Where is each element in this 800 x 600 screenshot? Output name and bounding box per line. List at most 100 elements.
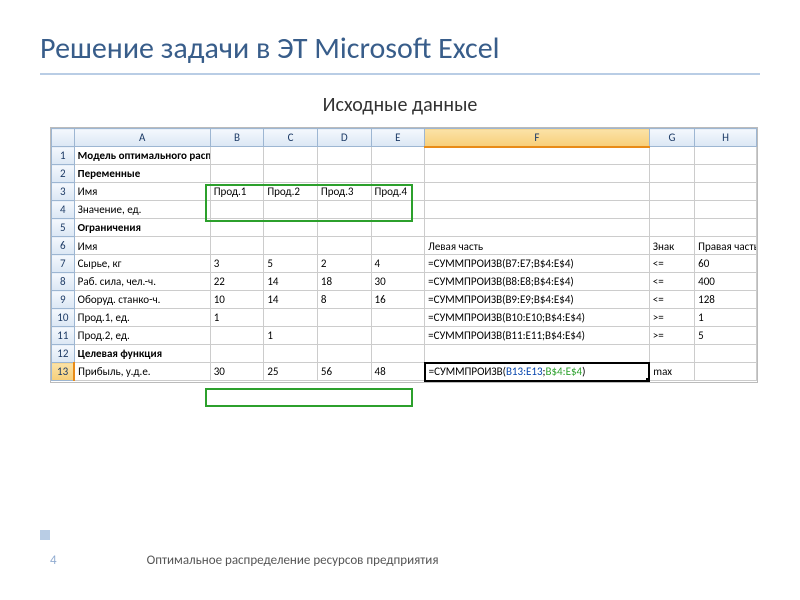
cell[interactable] (695, 183, 757, 201)
cell[interactable] (649, 345, 694, 363)
cell[interactable]: Правая часть (695, 237, 757, 255)
cell[interactable] (264, 309, 318, 327)
spreadsheet-table[interactable]: A B C D E F G H 1Модель оптимального рас… (51, 128, 757, 382)
cell[interactable]: Оборуд. станко-ч. (74, 291, 210, 309)
cell[interactable] (695, 219, 757, 237)
cell[interactable] (210, 219, 264, 237)
cell[interactable]: Сырье, кг (74, 255, 210, 273)
cell[interactable] (649, 147, 694, 165)
cell[interactable]: Прибыль, у.д.е. (74, 363, 210, 381)
cell[interactable] (425, 201, 650, 219)
cell[interactable]: Имя (74, 237, 210, 255)
cell[interactable] (264, 345, 318, 363)
column-headers[interactable]: A B C D E F G H (52, 129, 757, 147)
cell[interactable] (210, 345, 264, 363)
cell[interactable]: Прод.4 (371, 183, 425, 201)
cell[interactable] (317, 237, 371, 255)
cell[interactable] (371, 165, 425, 183)
cell[interactable]: Левая часть (425, 237, 650, 255)
cell[interactable]: <= (649, 273, 694, 291)
cell[interactable] (695, 147, 757, 165)
table-row[interactable]: 1Модель оптимального распределения ресур… (52, 147, 757, 165)
table-row[interactable]: 10Прод.1, ед.1=СУММПРОИЗВ(B10:E10;B$4:E$… (52, 309, 757, 327)
cell[interactable]: max (649, 363, 694, 381)
cell[interactable] (649, 219, 694, 237)
cell[interactable] (425, 345, 650, 363)
cell[interactable]: Раб. сила, чел.-ч. (74, 273, 210, 291)
cell[interactable]: 128 (695, 291, 757, 309)
row-header-11[interactable]: 11 (52, 327, 75, 345)
col-header-H[interactable]: H (695, 129, 757, 147)
cell[interactable] (371, 147, 425, 165)
row-header-5[interactable]: 5 (52, 219, 75, 237)
row-header-13[interactable]: 13 (52, 363, 75, 381)
row-header-9[interactable]: 9 (52, 291, 75, 309)
col-header-C[interactable]: C (264, 129, 318, 147)
cell[interactable] (649, 183, 694, 201)
col-header-B[interactable]: B (210, 129, 264, 147)
cell[interactable]: Значение, ед. (74, 201, 210, 219)
table-row[interactable]: 8Раб. сила, чел.-ч.22141830=СУММПРОИЗВ(B… (52, 273, 757, 291)
cell[interactable] (317, 219, 371, 237)
table-row[interactable]: 2Переменные (52, 165, 757, 183)
cell[interactable]: <= (649, 291, 694, 309)
cell[interactable]: Переменные (74, 165, 210, 183)
row-header-10[interactable]: 10 (52, 309, 75, 327)
select-all-corner[interactable] (52, 129, 75, 147)
table-row[interactable]: 6ИмяЛевая частьЗнакПравая часть (52, 237, 757, 255)
row-header-3[interactable]: 3 (52, 183, 75, 201)
cell[interactable] (264, 147, 318, 165)
cell[interactable] (210, 147, 264, 165)
cell[interactable] (425, 165, 650, 183)
row-header-4[interactable]: 4 (52, 201, 75, 219)
cell[interactable] (210, 165, 264, 183)
cell[interactable] (649, 201, 694, 219)
cell[interactable]: Имя (74, 183, 210, 201)
cell[interactable]: 1 (264, 327, 318, 345)
table-row[interactable]: 11Прод.2, ед.1=СУММПРОИЗВ(B11:E11;B$4:E$… (52, 327, 757, 345)
cell[interactable]: 30 (371, 273, 425, 291)
cell[interactable] (317, 345, 371, 363)
cell[interactable]: Знак (649, 237, 694, 255)
table-row[interactable]: 7Сырье, кг3524=СУММПРОИЗВ(B7:E7;B$4:E$4)… (52, 255, 757, 273)
cell[interactable] (371, 201, 425, 219)
cell[interactable] (425, 183, 650, 201)
cell[interactable] (371, 309, 425, 327)
cell[interactable]: 25 (264, 363, 318, 381)
table-row[interactable]: 12Целевая функция (52, 345, 757, 363)
cell[interactable] (317, 147, 371, 165)
cell[interactable]: 1 (695, 309, 757, 327)
cell[interactable] (425, 219, 650, 237)
cell[interactable] (264, 219, 318, 237)
cell[interactable]: 2 (317, 255, 371, 273)
table-row[interactable]: 5Ограничения (52, 219, 757, 237)
cell[interactable] (264, 165, 318, 183)
cell[interactable]: Целевая функция (74, 345, 210, 363)
cell[interactable]: 5 (264, 255, 318, 273)
cell[interactable]: Прод.3 (317, 183, 371, 201)
cell[interactable] (264, 237, 318, 255)
cell[interactable]: Модель оптимального распределения ресурс… (74, 147, 210, 165)
cell[interactable] (317, 165, 371, 183)
cell[interactable] (695, 363, 757, 381)
cell[interactable] (695, 201, 757, 219)
row-header-2[interactable]: 2 (52, 165, 75, 183)
cell[interactable] (371, 219, 425, 237)
cell[interactable]: 3 (210, 255, 264, 273)
col-header-E[interactable]: E (371, 129, 425, 147)
cell[interactable] (371, 237, 425, 255)
cell[interactable] (371, 327, 425, 345)
cell[interactable]: >= (649, 309, 694, 327)
cell[interactable]: 4 (371, 255, 425, 273)
col-header-A[interactable]: A (74, 129, 210, 147)
cell[interactable] (210, 327, 264, 345)
cell[interactable]: 10 (210, 291, 264, 309)
row-header-7[interactable]: 7 (52, 255, 75, 273)
table-row[interactable]: 9Оборуд. станко-ч.1014816=СУММПРОИЗВ(B9:… (52, 291, 757, 309)
cell[interactable] (210, 201, 264, 219)
cell[interactable]: 18 (317, 273, 371, 291)
cell[interactable]: Ограничения (74, 219, 210, 237)
cell[interactable] (695, 345, 757, 363)
row-header-8[interactable]: 8 (52, 273, 75, 291)
cell[interactable]: =СУММПРОИЗВ(B10:E10;B$4:E$4) (425, 309, 650, 327)
